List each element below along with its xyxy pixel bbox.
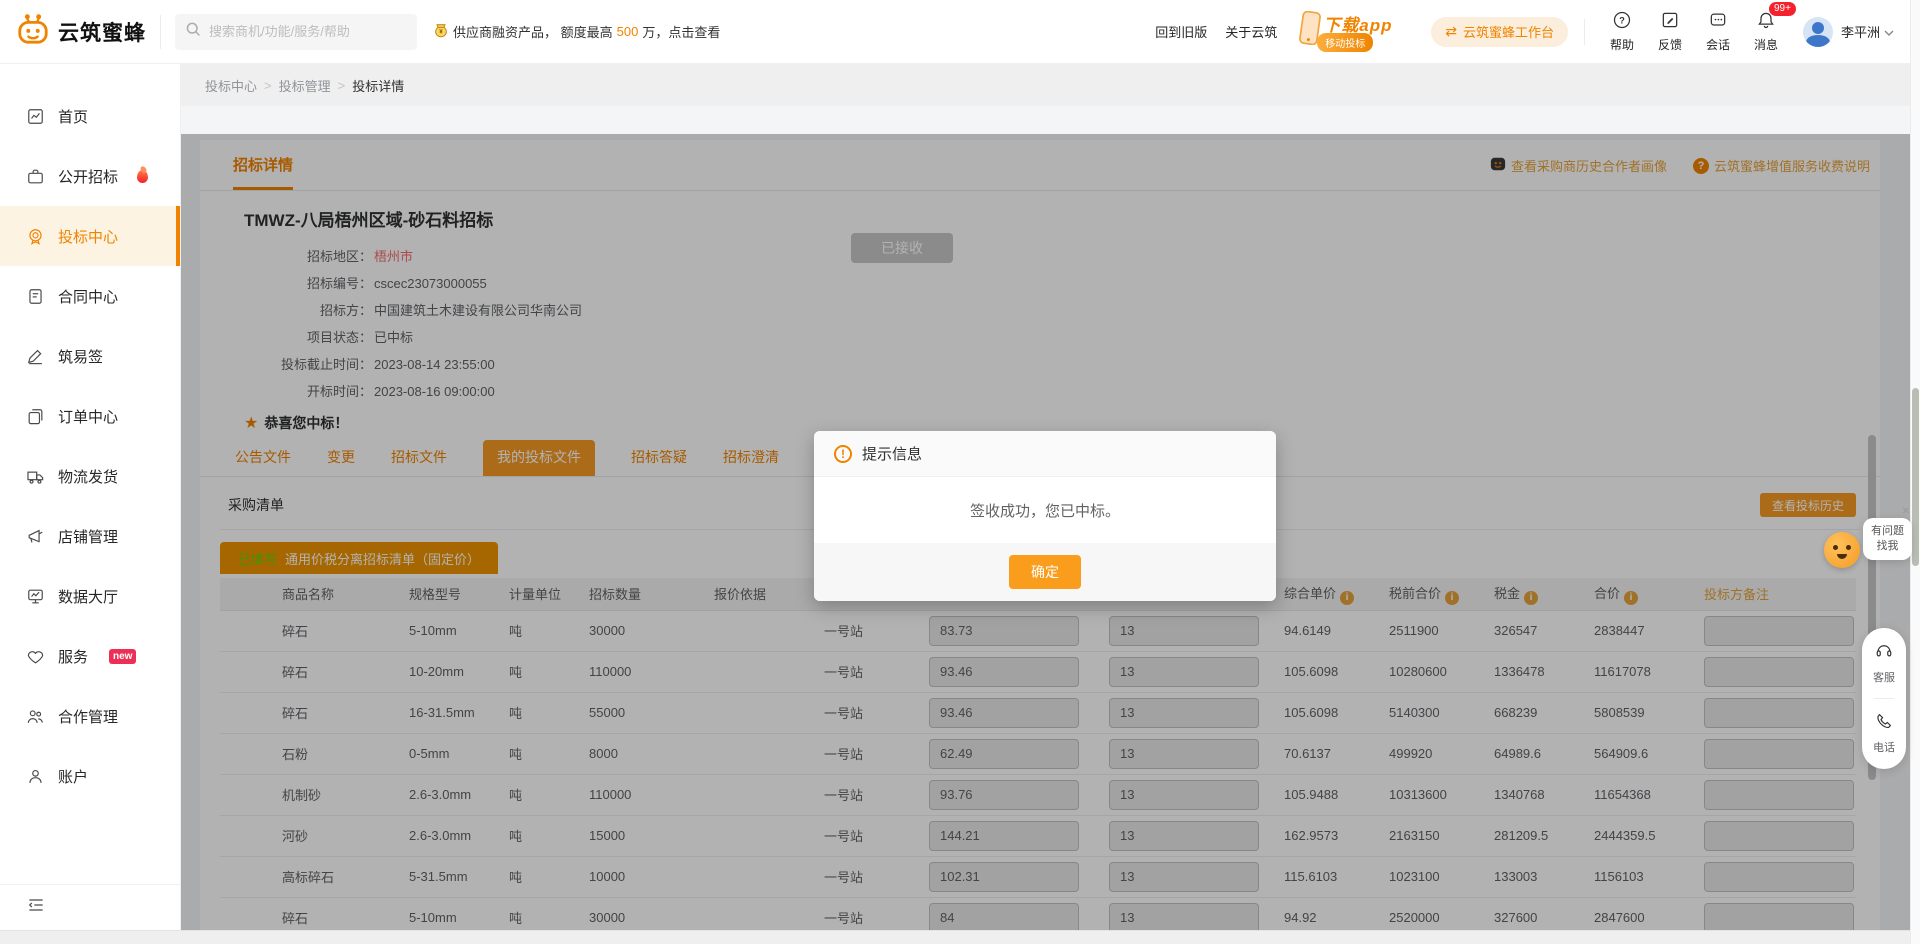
search-input[interactable] [209, 24, 399, 39]
help-label: 帮助 [1610, 36, 1634, 53]
notice-modal: ! 提示信息 签收成功，您已中标。 确定 [814, 431, 1276, 601]
sidebar-item-shop-management[interactable]: 店铺管理 [0, 506, 180, 566]
sidebar-item-label: 投标中心 [58, 226, 118, 247]
header-separator [1584, 19, 1585, 45]
about-link[interactable]: 关于云筑 [1225, 22, 1277, 41]
header-divider [160, 15, 161, 49]
modal-footer: 确定 [814, 543, 1276, 601]
promo-text-suffix: 万，点击查看 [642, 22, 720, 41]
sidebar-item-label: 服务 [58, 646, 88, 667]
sidebar-collapse-button[interactable] [0, 884, 180, 930]
promo-highlight: 500 [617, 24, 639, 39]
sidebar-item-label: 账户 [58, 766, 88, 787]
hot-flame-icon [137, 170, 148, 183]
workbench-button[interactable]: ⇄ 云筑蜜蜂工作台 [1431, 17, 1568, 47]
breadcrumb-separator: > [338, 78, 346, 93]
svg-text:¥: ¥ [439, 29, 443, 36]
sidebar-item-label: 首页 [58, 106, 88, 127]
phone-icon [1875, 712, 1893, 735]
app-logo[interactable]: 云筑蜜蜂 [16, 12, 146, 51]
bee-logo-icon [16, 12, 50, 51]
sidebar-item-account[interactable]: 账户 [0, 746, 180, 806]
breadcrumb-bid-center[interactable]: 投标中心 [205, 76, 257, 95]
svg-text:?: ? [1619, 15, 1625, 25]
switch-icon: ⇄ [1445, 23, 1457, 40]
sidebar-item-label: 店铺管理 [58, 526, 118, 547]
horizontal-scrollbar-track[interactable] [0, 930, 1910, 944]
close-icon[interactable]: ✕ [1902, 506, 1910, 517]
help-icon: ? [1612, 10, 1632, 33]
header-right: 回到旧版 关于云筑 下载app 移动投标 ⇄ 云筑蜜蜂工作台 ? 帮助 反馈 [1137, 7, 1894, 57]
help-bubble[interactable]: 有问题 找我 [1863, 518, 1912, 560]
sidebar-item-label: 合作管理 [58, 706, 118, 727]
sidebar-item-esign[interactable]: 筑易签 [0, 326, 180, 386]
chat-nav-item[interactable]: 会话 [1695, 10, 1741, 53]
bee-mascot-icon[interactable] [1824, 532, 1860, 568]
search-icon [185, 21, 201, 42]
confirm-button[interactable]: 确定 [1009, 555, 1081, 589]
sidebar-item-order-center[interactable]: 订单中心 [0, 386, 180, 446]
exclamation-circle-icon: ! [834, 445, 852, 463]
modal-title: 提示信息 [862, 443, 922, 464]
sidebar-item-public-bidding[interactable]: 公开招标 [0, 146, 180, 206]
collapse-icon [26, 895, 46, 920]
user-name[interactable]: 李平洲 [1841, 22, 1880, 41]
feedback-icon [1660, 10, 1680, 33]
window-scrollbar-thumb[interactable] [1912, 388, 1919, 566]
logo-text: 云筑蜜蜂 [58, 17, 146, 47]
sidebar: 首页 公开招标 投标中心 合同中心 筑易签 订单中心 物流发货 [0, 64, 181, 930]
sidebar-item-label: 合同中心 [58, 286, 118, 307]
window-scrollbar-track[interactable] [1910, 0, 1920, 944]
chevron-down-icon[interactable] [1884, 23, 1894, 41]
phone-contact-button[interactable]: 电话 [1873, 712, 1895, 755]
sidebar-item-services[interactable]: 服务 new [0, 626, 180, 686]
sidebar-item-cooperation[interactable]: 合作管理 [0, 686, 180, 746]
sidebar-item-logistics[interactable]: 物流发货 [0, 446, 180, 506]
new-badge: new [109, 649, 136, 664]
money-bag-icon: ¥ [433, 22, 449, 41]
customer-service-button[interactable]: 客服 [1873, 642, 1895, 685]
message-label: 消息 [1754, 36, 1778, 53]
modal-header: ! 提示信息 [814, 431, 1276, 477]
sidebar-item-label: 订单中心 [58, 406, 118, 427]
sidebar-item-contract-center[interactable]: 合同中心 [0, 266, 180, 326]
breadcrumb-bid-detail: 投标详情 [352, 76, 404, 95]
sidebar-item-home[interactable]: 首页 [0, 86, 180, 146]
message-nav-item[interactable]: 99+ 消息 [1743, 10, 1789, 53]
sidebar-item-label: 筑易签 [58, 346, 103, 367]
sidebar-item-label: 数据大厅 [58, 586, 118, 607]
mobile-bid-badge: 移动投标 [1317, 33, 1373, 52]
top-header: 云筑蜜蜂 ¥ 供应商融资产品， 额度最高 500万，点击查看 回到旧版 关于云筑 … [0, 0, 1920, 64]
pill-divider [1874, 698, 1894, 699]
sidebar-item-label: 公开招标 [58, 166, 118, 187]
avatar[interactable] [1803, 17, 1833, 47]
service-float-panel: 客服 电话 [1862, 628, 1906, 769]
breadcrumb: 投标中心 > 投标管理 > 投标详情 [181, 64, 1920, 106]
chat-label: 会话 [1706, 36, 1730, 53]
bee-assistant: ✕ 有问题 找我 [1824, 518, 1912, 568]
chat-icon [1708, 10, 1728, 33]
sidebar-item-label: 物流发货 [58, 466, 118, 487]
page: 云筑蜜蜂 ¥ 供应商融资产品， 额度最高 500万，点击查看 回到旧版 关于云筑 … [0, 0, 1920, 944]
breadcrumb-bid-management[interactable]: 投标管理 [279, 76, 331, 95]
headset-icon [1875, 642, 1893, 665]
breadcrumb-separator: > [264, 78, 272, 93]
download-app-label: 下载app [1323, 11, 1392, 36]
sidebar-item-data-hall[interactable]: 数据大厅 [0, 566, 180, 626]
back-old-version-link[interactable]: 回到旧版 [1155, 22, 1207, 41]
workbench-label: 云筑蜜蜂工作台 [1463, 22, 1554, 41]
sidebar-item-bid-center[interactable]: 投标中心 [0, 206, 180, 266]
feedback-nav-item[interactable]: 反馈 [1647, 10, 1693, 53]
download-app-badge[interactable]: 下载app 移动投标 [1299, 7, 1417, 57]
help-nav-item[interactable]: ? 帮助 [1599, 10, 1645, 53]
finance-promo-link[interactable]: ¥ 供应商融资产品， 额度最高 500万，点击查看 [433, 22, 720, 41]
search-box[interactable] [175, 14, 417, 50]
message-count-badge: 99+ [1769, 2, 1796, 16]
feedback-label: 反馈 [1658, 36, 1682, 53]
modal-message: 签收成功，您已中标。 [814, 477, 1276, 543]
promo-text-prefix: 供应商融资产品， 额度最高 [453, 22, 613, 41]
